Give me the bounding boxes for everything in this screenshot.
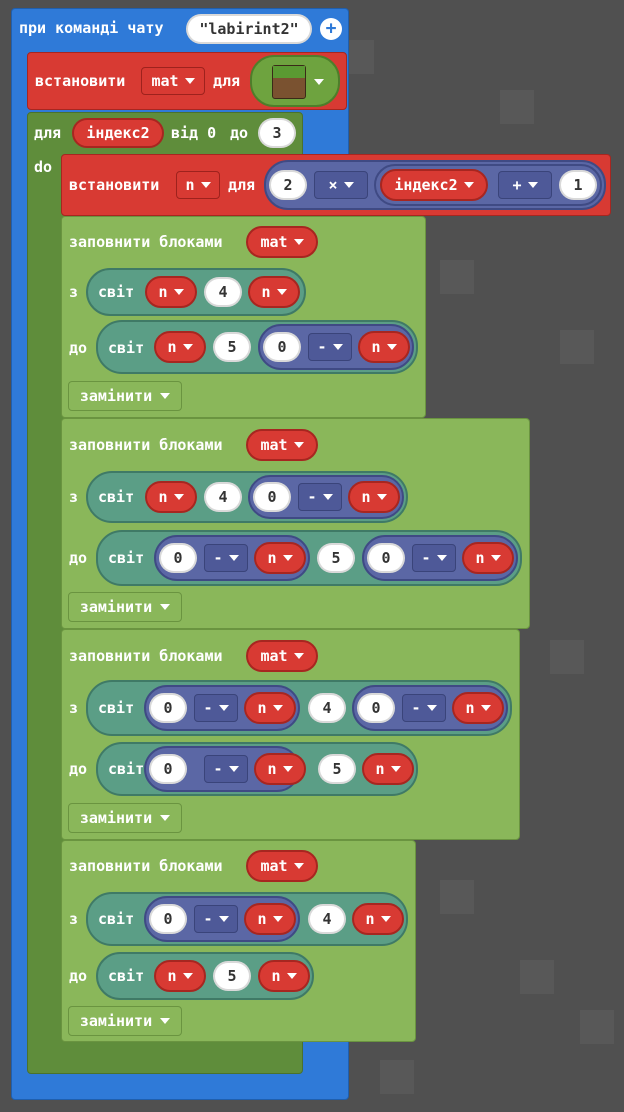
fill3-to-z[interactable]: n	[362, 753, 414, 785]
fill1-to-x[interactable]: n	[154, 331, 206, 363]
fill3-from-x-a[interactable]: 0	[149, 693, 187, 723]
plus-operator-dropdown[interactable]: +	[498, 171, 552, 199]
fill2-mode-dropdown[interactable]: замінити	[68, 592, 182, 622]
fill3-from-z-op[interactable]: -	[402, 694, 446, 722]
fill4-from-world: світ	[98, 910, 135, 928]
fill4-to-label: до	[69, 967, 88, 985]
fill1-from-x[interactable]: n	[145, 276, 197, 308]
fill1-from-z[interactable]: n	[248, 276, 300, 308]
fill2-to-z-op[interactable]: -	[412, 544, 456, 572]
loop-to-value[interactable]: 3	[258, 118, 296, 148]
fill3-mat[interactable]: mat	[246, 640, 318, 672]
var-n-dropdown[interactable]: n	[176, 171, 220, 199]
event-label: при команді чату	[19, 19, 164, 37]
fill2-to-world: світ	[108, 549, 145, 567]
fill3-from-x-b[interactable]: n	[244, 692, 296, 724]
fill2-from-z-op[interactable]: -	[298, 483, 342, 511]
fill3-from-x-op[interactable]: -	[194, 694, 238, 722]
fill3-from-z-a[interactable]: 0	[357, 693, 395, 723]
fill4-to-world: світ	[108, 967, 145, 985]
fill3-to-world: світ	[108, 760, 145, 778]
fill1-mat[interactable]: mat	[246, 226, 318, 258]
fill3-to-y[interactable]: 5	[318, 754, 356, 784]
fill3-to-label: до	[69, 760, 88, 778]
fill4-to-x[interactable]: n	[154, 960, 206, 992]
fill4-from-x-a[interactable]: 0	[149, 904, 187, 934]
index-var-dropdown[interactable]: індекс2	[380, 169, 488, 201]
fill3-from-y[interactable]: 4	[308, 693, 346, 723]
fill1-label: заповнити блоками	[69, 233, 223, 251]
fill2-to-z-a[interactable]: 0	[367, 543, 405, 573]
mul-operator-dropdown[interactable]: ×	[314, 171, 368, 199]
fill4-to-z[interactable]: n	[258, 960, 310, 992]
chat-command-input[interactable]: " labirint2 "	[186, 14, 312, 44]
var-mat-dropdown[interactable]: mat	[141, 67, 205, 95]
loop-to-label: до	[230, 124, 249, 142]
plus-circle-icon[interactable]: +	[320, 18, 342, 40]
fill1-from-world: світ	[98, 283, 135, 301]
fill1-to-z-a[interactable]: 0	[263, 332, 301, 362]
plus-right-value[interactable]: 1	[559, 170, 597, 200]
loop-var[interactable]: індекс2	[72, 118, 164, 148]
fill2-label: заповнити блоками	[69, 436, 223, 454]
fill3-to-x-a[interactable]: 0	[149, 754, 187, 784]
fill3-label: заповнити блоками	[69, 647, 223, 665]
fill4-from-label: з	[69, 910, 79, 928]
fill1-to-world: світ	[108, 339, 145, 357]
grass-block-icon	[272, 65, 306, 99]
fill2-from-world: світ	[98, 488, 135, 506]
fill4-from-y[interactable]: 4	[308, 904, 346, 934]
fill2-to-label: до	[69, 549, 88, 567]
fill4-from-x-b[interactable]: n	[244, 903, 296, 935]
block-picker[interactable]	[250, 55, 340, 107]
fill1-from-y[interactable]: 4	[204, 277, 242, 307]
fill4-from-z[interactable]: n	[352, 903, 404, 935]
fill2-to-z-b[interactable]: n	[462, 542, 514, 574]
fill1-to-y[interactable]: 5	[213, 332, 251, 362]
fill3-to-x-op[interactable]: -	[204, 755, 248, 783]
fill1-to-label: до	[69, 339, 88, 357]
set-mat-label: встановити	[35, 72, 126, 90]
mul-left-value[interactable]: 2	[269, 170, 307, 200]
fill1-from-label: з	[69, 283, 79, 301]
chevron-down-icon	[314, 79, 324, 85]
fill4-mode-dropdown[interactable]: замінити	[68, 1006, 182, 1036]
set-n-label: встановити	[69, 176, 160, 194]
fill4-mat[interactable]: mat	[246, 850, 318, 882]
fill2-from-x[interactable]: n	[145, 481, 197, 513]
fill1-to-z-op[interactable]: -	[308, 333, 352, 361]
fill2-to-x-a[interactable]: 0	[159, 543, 197, 573]
fill2-mat[interactable]: mat	[246, 429, 318, 461]
set-n-for-label: для	[228, 176, 256, 194]
fill2-from-z-b[interactable]: n	[348, 481, 400, 513]
fill2-to-y[interactable]: 5	[317, 543, 355, 573]
loop-label: для	[34, 124, 62, 142]
fill4-from-x-op[interactable]: -	[194, 905, 238, 933]
fill3-to-x-b[interactable]: n	[254, 753, 306, 785]
fill4-label: заповнити блоками	[69, 857, 223, 875]
fill2-to-x-op[interactable]: -	[204, 544, 248, 572]
fill1-to-z-b[interactable]: n	[358, 331, 410, 363]
fill1-mode-dropdown[interactable]: замінити	[68, 381, 182, 411]
fill3-from-z-b[interactable]: n	[452, 692, 504, 724]
fill2-from-label: з	[69, 488, 79, 506]
fill4-to-y[interactable]: 5	[213, 961, 251, 991]
fill2-from-y[interactable]: 4	[204, 482, 242, 512]
fill3-from-label: з	[69, 699, 79, 717]
fill3-from-world: світ	[98, 699, 135, 717]
set-mat-for-label: для	[213, 72, 241, 90]
fill3-mode-dropdown[interactable]: замінити	[68, 803, 182, 833]
loop-do-label: do	[34, 158, 53, 176]
fill2-from-z-a[interactable]: 0	[253, 482, 291, 512]
loop-from-label: від 0	[171, 124, 217, 142]
fill2-to-x-b[interactable]: n	[254, 542, 306, 574]
